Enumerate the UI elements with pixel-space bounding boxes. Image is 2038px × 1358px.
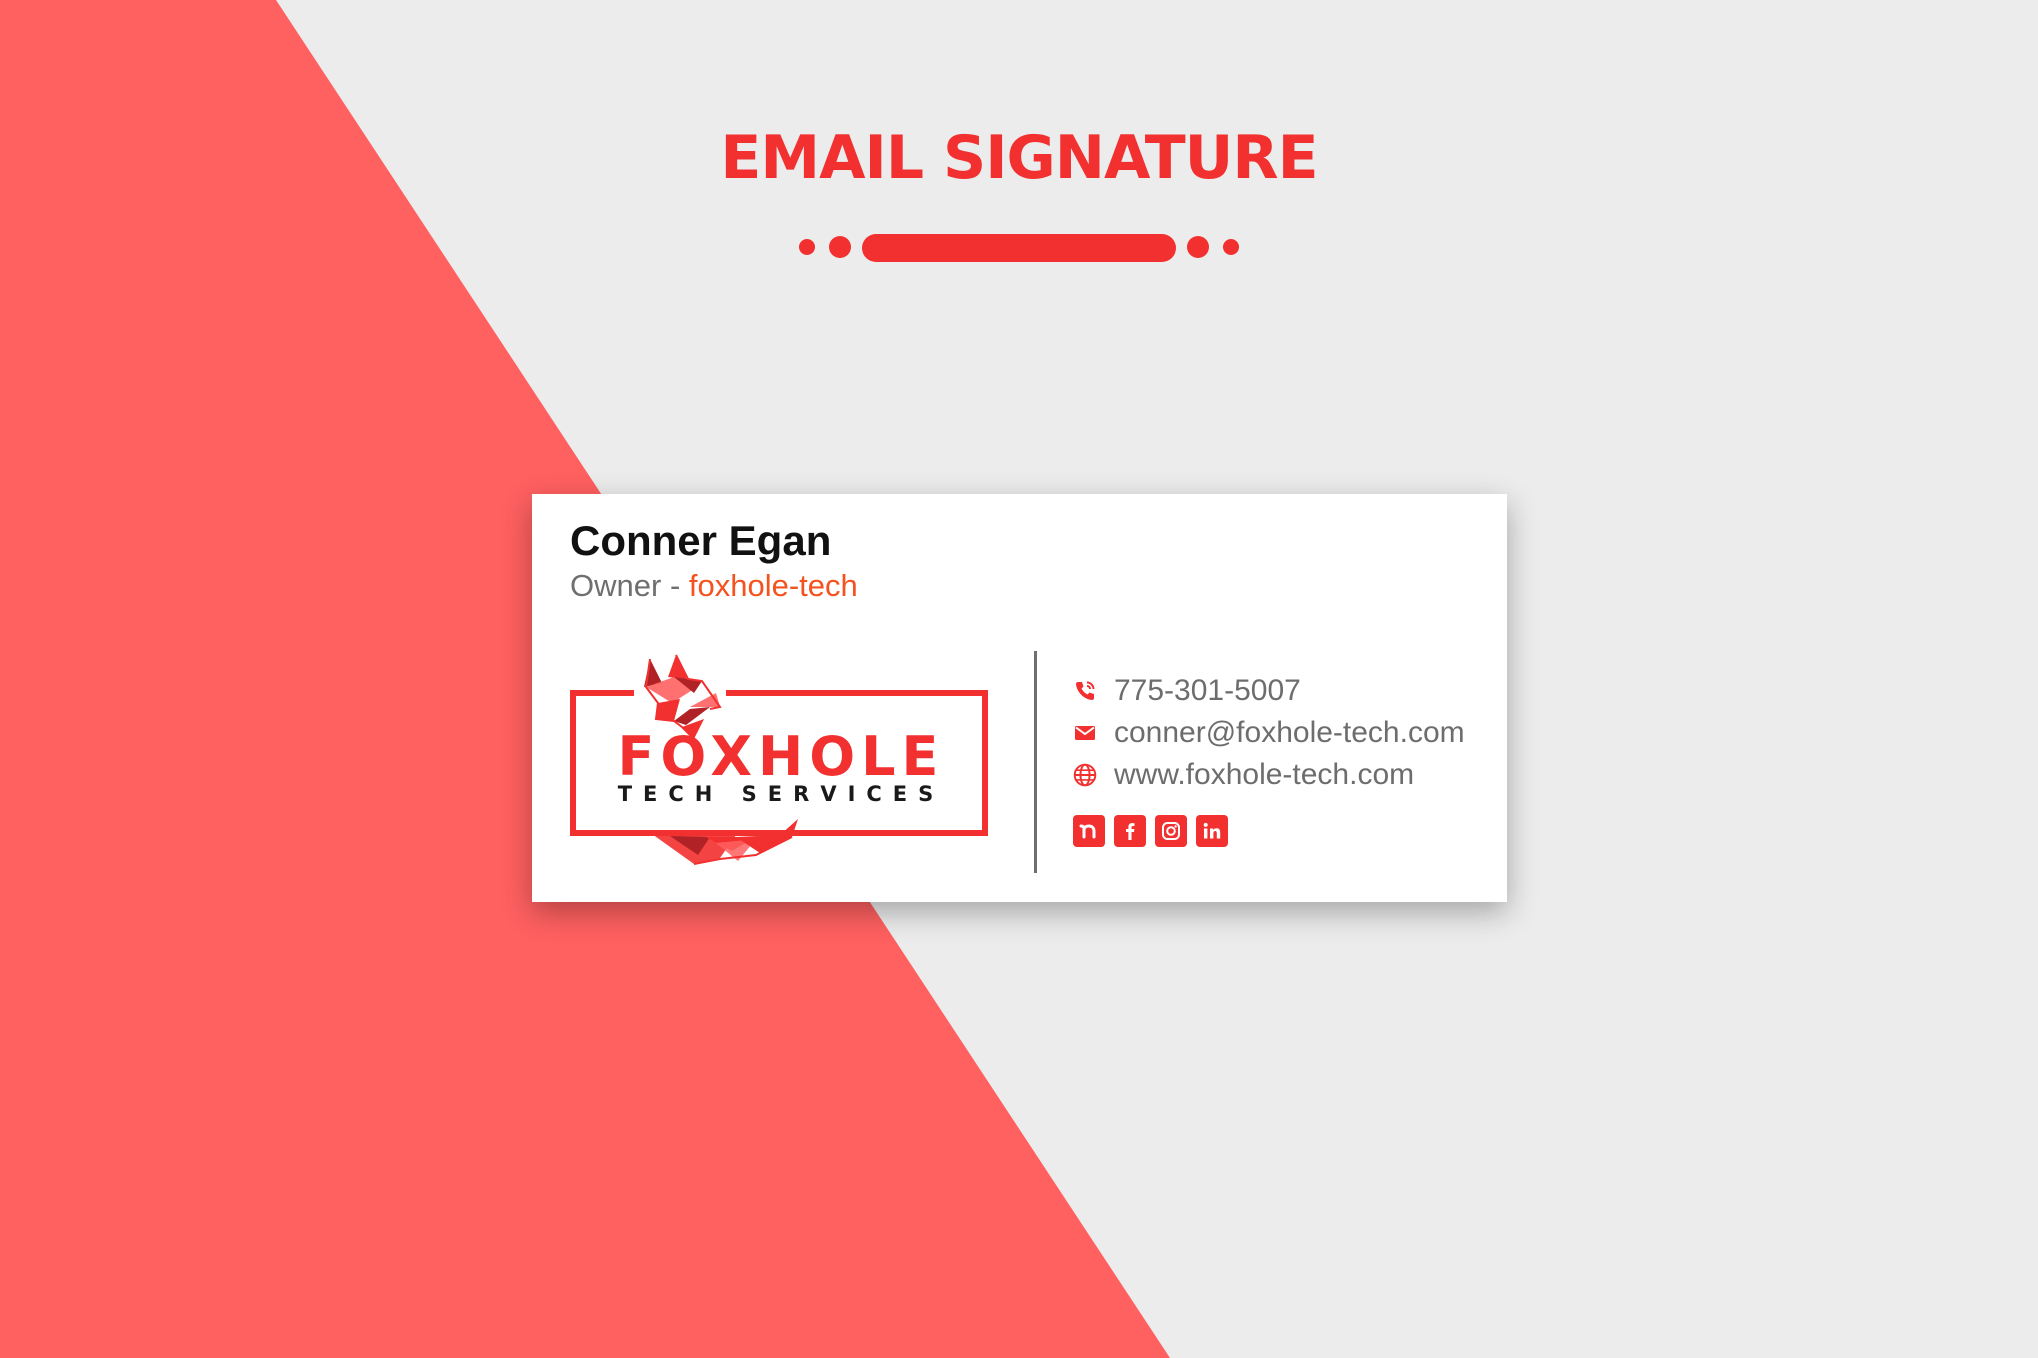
instagram-icon[interactable] bbox=[1155, 815, 1187, 847]
contact-website: www.foxhole-tech.com bbox=[1072, 754, 1465, 796]
logo-brand-text: FOXHOLE bbox=[618, 725, 945, 788]
fox-tail-icon bbox=[652, 819, 798, 865]
logo-tagline-text: TECH SERVICES bbox=[618, 782, 945, 806]
nextdoor-icon[interactable] bbox=[1073, 815, 1105, 847]
globe-icon bbox=[1072, 762, 1098, 788]
signature-company: foxhole-tech bbox=[688, 568, 858, 603]
page-title: EMAIL SIGNATURE bbox=[720, 123, 1318, 193]
title-divider-decoration bbox=[799, 234, 1239, 262]
contact-phone: 775-301-5007 bbox=[1072, 670, 1465, 712]
signature-role-line: Owner - foxhole-tech bbox=[570, 566, 858, 606]
signature-name: Conner Egan bbox=[570, 517, 832, 564]
signature-role: Owner bbox=[570, 568, 662, 603]
foxhole-logo: FOXHOLE TECH SERVICES bbox=[570, 654, 988, 865]
signature-card: Conner Egan Owner - foxhole-tech FOXHOLE… bbox=[532, 494, 1507, 902]
email-link[interactable]: conner@foxhole-tech.com bbox=[1114, 716, 1465, 750]
role-separator: - bbox=[669, 568, 681, 603]
phone-icon bbox=[1072, 678, 1098, 704]
phone-link[interactable]: 775-301-5007 bbox=[1114, 674, 1301, 708]
social-links bbox=[1073, 815, 1237, 847]
facebook-icon[interactable] bbox=[1114, 815, 1146, 847]
website-link[interactable]: www.foxhole-tech.com bbox=[1114, 758, 1414, 792]
vertical-divider bbox=[1034, 651, 1037, 873]
mail-icon bbox=[1072, 720, 1098, 746]
linkedin-icon[interactable] bbox=[1196, 815, 1228, 847]
contact-list: 775-301-5007 conner@foxhole-tech.com www… bbox=[1072, 670, 1465, 796]
contact-email: conner@foxhole-tech.com bbox=[1072, 712, 1465, 754]
